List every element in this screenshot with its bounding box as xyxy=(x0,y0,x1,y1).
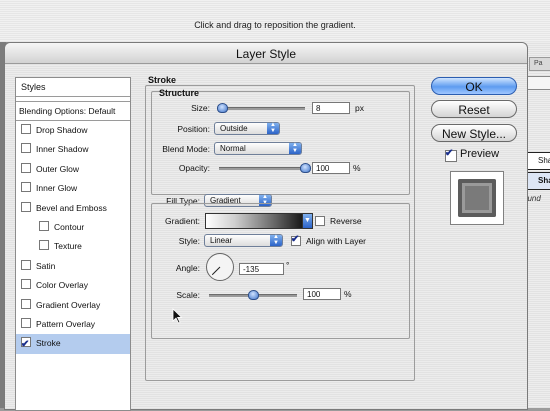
angle-dial-icon[interactable] xyxy=(205,252,235,282)
opacity-label: Opacity: xyxy=(178,163,210,173)
position-label: Position: xyxy=(177,124,210,134)
stroke-section-title: Stroke xyxy=(148,75,177,85)
gradient-swatch[interactable] xyxy=(205,213,303,229)
style-checkbox[interactable] xyxy=(21,143,31,154)
position-popup[interactable]: Outside ▲ ▼ xyxy=(214,122,280,135)
opacity-slider-track[interactable] xyxy=(219,167,305,170)
blend-mode-value: Normal xyxy=(220,144,246,153)
gradient-label: Gradient: xyxy=(165,216,200,226)
blending-options-item[interactable]: Blending Options: Default xyxy=(16,101,130,121)
opacity-unit: % xyxy=(353,163,361,173)
popup-arrows-icon: ▲ ▼ xyxy=(289,142,301,154)
style-checkbox[interactable] xyxy=(21,124,31,134)
style-item[interactable]: Inner Glow xyxy=(16,179,130,198)
style-item[interactable]: Outer Glow xyxy=(16,160,130,179)
scale-label: Scale: xyxy=(176,290,200,300)
size-field[interactable]: 8 xyxy=(312,102,350,114)
styles-list: Styles Blending Options: Default Drop Sh… xyxy=(15,77,131,411)
style-checkbox[interactable] xyxy=(21,279,31,290)
style-item[interactable]: Texture xyxy=(16,237,130,256)
style-checkbox[interactable] xyxy=(39,240,49,251)
style-item[interactable]: Pattern Overlay xyxy=(16,315,130,334)
style-item[interactable]: Gradient Overlay xyxy=(16,296,130,315)
size-label: Size: xyxy=(191,103,210,113)
angle-field[interactable]: -135 xyxy=(239,263,284,275)
scale-slider-thumb[interactable] xyxy=(248,290,259,300)
mouse-pointer-icon xyxy=(172,308,183,324)
structure-title: Structure xyxy=(159,88,200,98)
style-item-label: Pattern Overlay xyxy=(36,318,96,329)
reset-button[interactable]: Reset xyxy=(431,100,517,118)
scale-unit: % xyxy=(344,289,352,299)
style-items: Drop Shadow Inner Shadow Outer Glow Inner G… xyxy=(16,121,130,355)
preview-thumbnail xyxy=(450,171,504,225)
size-unit: px xyxy=(355,103,364,113)
blend-mode-popup[interactable]: Normal ▲ ▼ xyxy=(214,142,302,155)
style-item[interactable]: Contour xyxy=(16,218,130,237)
angle-unit: ° xyxy=(286,260,290,270)
palette-blend-field[interactable] xyxy=(525,76,550,90)
dialog-titlebar[interactable]: Layer Style xyxy=(5,43,527,64)
align-with-layer-label: Align with Layer xyxy=(306,236,367,246)
style-item[interactable]: Drop Shadow xyxy=(16,121,130,140)
style-item-label: Outer Glow xyxy=(36,163,79,174)
style-item-label: Bevel and Emboss xyxy=(36,202,107,213)
style-item[interactable]: Inner Shadow xyxy=(16,140,130,159)
style-item-label: Satin xyxy=(36,260,56,271)
style-popup[interactable]: Linear ▲ ▼ xyxy=(204,234,283,247)
gradient-hint-text: Click and drag to reposition the gradien… xyxy=(194,20,356,30)
styles-header[interactable]: Styles xyxy=(16,78,130,97)
dialog-title: Layer Style xyxy=(235,47,297,61)
gradient-picker-arrow-icon[interactable]: ▼ xyxy=(302,213,313,229)
style-checkbox[interactable] xyxy=(21,201,31,212)
style-item-label: Inner Shadow xyxy=(36,144,89,155)
reverse-label: Reverse xyxy=(330,216,362,226)
preview-swatch xyxy=(458,179,496,217)
style-checkbox[interactable] xyxy=(21,298,31,309)
style-item[interactable]: Stroke xyxy=(16,334,130,355)
stroke-panel: Stroke Structure Size: 8 px Position: Ou… xyxy=(145,75,417,409)
opacity-slider-thumb[interactable] xyxy=(300,163,311,173)
style-item-label: Inner Glow xyxy=(36,183,78,194)
layer-style-dialog: Layer Style Styles Blending Options: Def… xyxy=(4,42,528,411)
style-item[interactable]: Bevel and Emboss xyxy=(16,199,130,218)
style-checkbox[interactable] xyxy=(21,182,31,193)
size-slider-thumb[interactable] xyxy=(217,103,229,113)
style-item-label: Gradient Overlay xyxy=(36,299,101,310)
style-value: Linear xyxy=(210,236,233,245)
size-slider-track[interactable] xyxy=(219,107,305,110)
style-checkbox[interactable] xyxy=(21,162,31,173)
style-item-label: Color Overlay xyxy=(36,280,88,291)
preview-checkbox[interactable] xyxy=(445,148,457,162)
ok-button[interactable]: OK xyxy=(431,77,517,95)
scale-field[interactable]: 100 xyxy=(303,288,341,300)
style-item-label: Texture xyxy=(54,241,82,252)
preview-label: Preview xyxy=(460,148,500,160)
style-item-label: Stroke xyxy=(36,338,61,349)
style-item-label: Drop Shadow xyxy=(36,125,88,135)
style-checkbox[interactable] xyxy=(21,317,31,328)
style-label: Style: xyxy=(178,236,200,246)
popup-arrows-icon: ▲ ▼ xyxy=(267,122,279,134)
popup-arrows-icon: ▲ ▼ xyxy=(270,234,282,246)
style-checkbox[interactable] xyxy=(39,220,49,231)
new-style-button[interactable]: New Style... xyxy=(431,124,517,142)
style-item[interactable]: Satin xyxy=(16,257,130,276)
style-checkbox[interactable] xyxy=(21,259,31,270)
align-with-layer-checkbox[interactable] xyxy=(291,234,301,246)
style-item-label: Contour xyxy=(54,221,85,232)
angle-label: Angle: xyxy=(175,263,200,273)
blend-mode-label: Blend Mode: xyxy=(162,144,210,154)
style-checkbox[interactable] xyxy=(21,335,31,355)
palette-tab[interactable]: Pa xyxy=(529,57,550,71)
reverse-checkbox[interactable] xyxy=(315,216,325,226)
style-item[interactable]: Color Overlay xyxy=(16,276,130,295)
position-value: Outside xyxy=(220,124,248,133)
opacity-field[interactable]: 100 xyxy=(312,162,350,174)
